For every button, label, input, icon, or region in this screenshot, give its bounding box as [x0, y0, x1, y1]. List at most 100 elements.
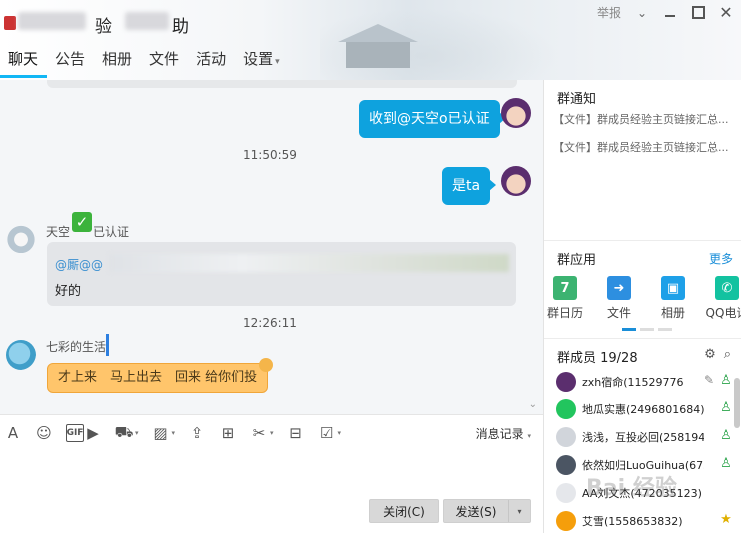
avatar[interactable]: [6, 223, 36, 253]
apps-title: 群应用: [557, 253, 597, 268]
message-timestamp: 11:50:59: [243, 148, 297, 162]
tab-album[interactable]: 相册: [94, 44, 141, 80]
member-item[interactable]: 艾雪(1558653832) ★: [556, 510, 734, 532]
window-title-part1: 验: [95, 17, 112, 37]
tab-chat[interactable]: 聊天: [0, 44, 48, 80]
check-icon: ✓: [72, 212, 92, 232]
avatar[interactable]: [501, 98, 531, 128]
chevron-down-icon: ▾: [171, 428, 176, 437]
member-settings-icon[interactable]: ⚙: [704, 347, 716, 362]
photo-icon: ▣: [661, 276, 685, 300]
emoji-button[interactable]: ☺: [35, 424, 53, 442]
members-title: 群成员 19/28: [557, 351, 638, 366]
avatar: [556, 511, 576, 531]
app-album[interactable]: ▣ 相册: [658, 276, 688, 321]
member-badge-icon: ♙: [720, 456, 732, 471]
star-icon: ★: [720, 512, 732, 527]
member-item[interactable]: 浅浅，互投必回(258194 ♙: [556, 426, 734, 448]
message-text: 好的: [55, 284, 82, 299]
image-icon: ▨: [153, 423, 168, 442]
report-button[interactable]: 举报: [597, 4, 621, 21]
member-badge-icon: ♙: [720, 373, 732, 388]
sender-name[interactable]: 七彩的生活: [46, 338, 106, 355]
house-roof: [338, 24, 418, 42]
avatar: [556, 455, 576, 475]
upload-button[interactable]: ⇪: [188, 424, 206, 442]
chevron-down-icon: ▾: [270, 428, 274, 437]
gift-box-icon: ⊞: [221, 423, 235, 442]
avatar: [556, 372, 576, 392]
dropdown-icon[interactable]: ⌄: [635, 6, 649, 20]
header-house-illustration: [338, 24, 418, 68]
chevron-down-icon: ▾: [135, 428, 139, 437]
gif-button[interactable]: GIF ▶: [66, 423, 102, 442]
app-page-indicator[interactable]: [622, 328, 672, 331]
message-input[interactable]: 关闭(C) 发送(S) ▾: [0, 450, 543, 533]
edit-icon[interactable]: ✎: [704, 373, 714, 387]
avatar: [556, 399, 576, 419]
member-item[interactable]: 地瓜实惠(2496801684) ♙: [556, 398, 734, 420]
house-wall: [346, 42, 410, 68]
message-history-button[interactable]: 消息记录 ▾: [476, 425, 531, 442]
tab-files[interactable]: 文件: [141, 44, 188, 80]
avatar: [556, 483, 576, 503]
video-icon: ▶: [87, 423, 99, 442]
member-list-scrollbar[interactable]: [734, 378, 740, 428]
font-icon: A: [7, 423, 19, 442]
tab-settings[interactable]: 设置 ▾: [235, 44, 289, 80]
emoji-icon: ☺: [36, 423, 52, 442]
text-cursor: [106, 334, 109, 356]
image-button[interactable]: ▨ ▾: [152, 423, 176, 442]
check-chat-button[interactable]: ☑ ▾: [318, 423, 342, 442]
app-qq-call[interactable]: ✆ QQ电话: [706, 276, 741, 321]
close-button[interactable]: 关闭(C): [369, 499, 439, 523]
bubble-decoration-icon: [259, 358, 274, 372]
calendar-icon: 7: [553, 276, 577, 300]
avatar[interactable]: [501, 166, 531, 196]
member-item[interactable]: zxh宿命(11529776 ✎ ♙: [556, 371, 734, 393]
group-sidebar: 群通知 【文件】群成员经验主页链接汇总... 【文件】群成员经验主页链接汇总..…: [543, 80, 741, 533]
previous-message-bubble: [47, 80, 517, 88]
minimize-icon[interactable]: [663, 6, 677, 20]
blurred-content: [109, 254, 509, 272]
chevron-down-icon: ▾: [337, 428, 342, 437]
send-button[interactable]: 发送(S) ▾: [443, 499, 531, 523]
chat-area[interactable]: 收到@天空o已认证 11:50:59 是ta 天空 ✓ 已认证 @厮@@ 好的 …: [0, 80, 543, 414]
check-chat-icon: ☑: [319, 423, 334, 442]
member-badge-icon: ♙: [720, 428, 732, 443]
gift-box-button[interactable]: ⊞: [219, 424, 237, 442]
maximize-icon[interactable]: [691, 6, 705, 20]
upload-icon: ⇪: [190, 423, 204, 442]
notice-item[interactable]: 【文件】群成员经验主页链接汇总...: [553, 139, 738, 155]
gift-button[interactable]: ⛟ ▾: [114, 422, 139, 442]
scissors-icon: ✂: [252, 423, 266, 442]
gift-icon: ⛟: [114, 422, 134, 441]
window-header: 验 助 举报 ⌄ ✕ 聊天 公告 相册 文件 活动 设置 ▾: [0, 0, 741, 80]
app-files[interactable]: ➜ 文件: [604, 276, 634, 321]
chevron-down-icon: ▾: [527, 432, 531, 440]
tab-activity[interactable]: 活动: [188, 44, 235, 80]
sender-name[interactable]: 天空: [46, 223, 70, 240]
tab-notice[interactable]: 公告: [47, 44, 94, 80]
close-icon[interactable]: ✕: [719, 3, 733, 22]
member-badge-icon: ♙: [720, 400, 732, 415]
message-bubble-out: 是ta: [442, 167, 497, 205]
title-blurred: [18, 12, 86, 30]
main-tabs: 聊天 公告 相册 文件 活动 设置 ▾: [0, 44, 289, 80]
mention-text[interactable]: @厮@@: [55, 256, 103, 273]
more-apps-link[interactable]: 更多: [709, 250, 733, 267]
watermark: Bai 经验: [586, 476, 677, 501]
screenshot-button[interactable]: ✂ ▾: [250, 424, 274, 442]
app-calendar[interactable]: 7 群日历: [547, 276, 583, 321]
document-button[interactable]: ⊟: [287, 424, 305, 442]
search-icon[interactable]: ⌕: [724, 347, 731, 362]
chevron-down-icon: ▾: [275, 57, 280, 67]
window-title-part2: 助: [172, 17, 189, 37]
notice-item[interactable]: 【文件】群成员经验主页链接汇总...: [553, 111, 738, 127]
font-button[interactable]: A: [4, 424, 22, 442]
avatar[interactable]: [6, 340, 36, 370]
phone-icon: ✆: [715, 276, 739, 300]
scroll-down-icon[interactable]: ⌄: [529, 399, 537, 410]
gif-icon: GIF: [66, 423, 84, 442]
send-options-button[interactable]: ▾: [508, 500, 530, 522]
